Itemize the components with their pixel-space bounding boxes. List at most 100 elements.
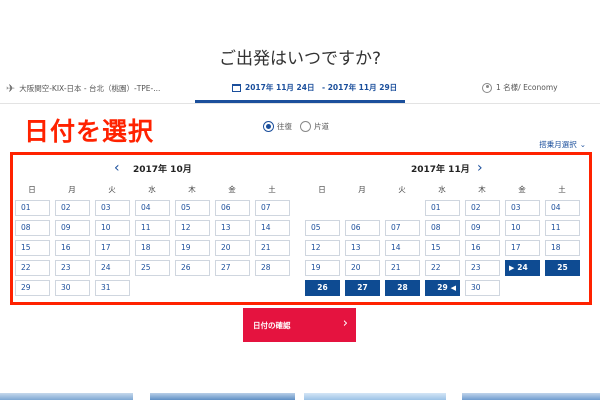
- month-label: 2017年 11月: [411, 165, 470, 175]
- search-tabs: ✈ 大阪関空-KIX-日本 - 台北（桃園）-TPE-... 2017年 11月…: [0, 78, 600, 104]
- day-cell[interactable]: 21: [385, 260, 420, 276]
- destination-image[interactable]: [0, 393, 133, 400]
- chevron-right-icon: ›: [342, 316, 348, 331]
- day-cell[interactable]: 09: [55, 220, 90, 236]
- day-cell[interactable]: 12: [175, 220, 210, 236]
- day-cell[interactable]: 12: [305, 240, 340, 256]
- tab-passengers[interactable]: 1 名様/ Economy: [482, 82, 558, 93]
- day-cell[interactable]: 07: [255, 200, 290, 216]
- day-cell[interactable]: 22: [425, 260, 460, 276]
- day-cell[interactable]: 29: [15, 280, 50, 296]
- tab-route[interactable]: ✈ 大阪関空-KIX-日本 - 台北（桃園）-TPE-...: [6, 82, 160, 95]
- weekday-label: 木: [478, 185, 486, 194]
- day-cell-selected[interactable]: 29 ◀: [425, 280, 460, 296]
- day-cell[interactable]: 23: [55, 260, 90, 276]
- day-cell[interactable]: 06: [215, 200, 250, 216]
- day-cell[interactable]: 21: [255, 240, 290, 256]
- chevron-left-icon[interactable]: ‹: [114, 160, 120, 176]
- day-cell[interactable]: 23: [465, 260, 500, 276]
- day-cell[interactable]: 10: [95, 220, 130, 236]
- day-cell[interactable]: 11: [545, 220, 580, 236]
- month-select-dropdown[interactable]: 搭乗月選択 ⌄: [539, 139, 586, 150]
- day-cell[interactable]: 09: [465, 220, 500, 236]
- day-cell[interactable]: 31: [95, 280, 130, 296]
- day-cell[interactable]: 24: [95, 260, 130, 276]
- day-cell[interactable]: 18: [545, 240, 580, 256]
- range-end-icon: ◀: [450, 284, 456, 292]
- day-cell[interactable]: 03: [95, 200, 130, 216]
- day-cell[interactable]: 02: [465, 200, 500, 216]
- calendar-header: ‹ 2017年 10月: [15, 160, 305, 177]
- day-cell[interactable]: 18: [135, 240, 170, 256]
- day-cell[interactable]: 08: [15, 220, 50, 236]
- day-cell[interactable]: 07: [385, 220, 420, 236]
- round-trip-radio[interactable]: 往復: [263, 121, 292, 132]
- day-cell[interactable]: 27: [215, 260, 250, 276]
- weekday-label: 月: [358, 185, 366, 194]
- confirm-dates-button[interactable]: 日付の確認 ›: [243, 308, 356, 342]
- day-cell[interactable]: 16: [465, 240, 500, 256]
- active-tab-indicator: [195, 100, 405, 103]
- day-cell[interactable]: 02: [55, 200, 90, 216]
- destination-image[interactable]: [462, 393, 600, 400]
- day-cell-selected[interactable]: 26: [305, 280, 340, 296]
- day-cell[interactable]: 05: [305, 220, 340, 236]
- day-cell[interactable]: 16: [55, 240, 90, 256]
- day-cell[interactable]: 22: [15, 260, 50, 276]
- weekday-label: 火: [108, 185, 116, 194]
- day-cell[interactable]: 08: [425, 220, 460, 236]
- month-select-label: 搭乗月選択: [539, 140, 577, 149]
- person-icon: [482, 82, 492, 93]
- day-cell[interactable]: 14: [385, 240, 420, 256]
- day-cell[interactable]: 20: [215, 240, 250, 256]
- day-cell[interactable]: 01: [15, 200, 50, 216]
- day-cell-selected[interactable]: 24 ▶: [505, 260, 540, 276]
- day-cell[interactable]: 14: [255, 220, 290, 236]
- day-cell[interactable]: 15: [425, 240, 460, 256]
- day-cell[interactable]: 17: [505, 240, 540, 256]
- destination-image[interactable]: [304, 393, 446, 400]
- calendar-header: 2017年 11月 ›: [305, 160, 595, 177]
- day-cell[interactable]: 04: [135, 200, 170, 216]
- day-cell[interactable]: 13: [215, 220, 250, 236]
- day-cell[interactable]: 17: [95, 240, 130, 256]
- weekday-label: 水: [438, 185, 446, 194]
- destination-image[interactable]: [150, 393, 295, 400]
- chevron-right-icon[interactable]: ›: [477, 160, 483, 176]
- day-cell[interactable]: 28: [255, 260, 290, 276]
- day-cell[interactable]: 25: [135, 260, 170, 276]
- calendar-october: ‹ 2017年 10月 日 月 火 水 木 金 土 01 02 03 04 05 06 07 08 09 10…: [15, 160, 305, 296]
- day-cell[interactable]: 15: [15, 240, 50, 256]
- confirm-dates-label: 日付の確認: [253, 320, 291, 330]
- day-cell[interactable]: 26: [175, 260, 210, 276]
- one-way-radio[interactable]: 片道: [300, 121, 329, 132]
- chevron-down-icon: ⌄: [579, 140, 586, 149]
- day-cell[interactable]: 11: [135, 220, 170, 236]
- day-cell[interactable]: 06: [345, 220, 380, 236]
- day-cell[interactable]: 13: [345, 240, 380, 256]
- tab-dates[interactable]: 2017年 11月 24日 - 2017年 11月 29日: [232, 82, 397, 93]
- range-start-icon: ▶: [509, 264, 515, 272]
- day-cell[interactable]: 01: [425, 200, 460, 216]
- weekday-row: 日月火水木金土: [305, 184, 595, 196]
- day-cell[interactable]: 19: [175, 240, 210, 256]
- tab-passengers-label: 1 名様/ Economy: [496, 83, 558, 92]
- weekday-label: 火: [398, 185, 406, 194]
- day-cell[interactable]: 05: [175, 200, 210, 216]
- day-cell[interactable]: 19: [305, 260, 340, 276]
- day-cell-selected[interactable]: 27: [345, 280, 380, 296]
- one-way-label: 片道: [314, 122, 329, 131]
- weekday-label: 金: [228, 185, 236, 194]
- tab-route-label: 大阪関空-KIX-日本 - 台北（桃園）-TPE-...: [19, 84, 161, 93]
- calendar-icon: [232, 83, 241, 92]
- day-cell[interactable]: 04: [545, 200, 580, 216]
- weekday-label: 月: [68, 185, 76, 194]
- day-cell-selected[interactable]: 28: [385, 280, 420, 296]
- day-cell[interactable]: 20: [345, 260, 380, 276]
- day-cell[interactable]: 30: [465, 280, 500, 296]
- day-cell-selected[interactable]: 25: [545, 260, 580, 276]
- day-cell[interactable]: 30: [55, 280, 90, 296]
- day-cell[interactable]: 03: [505, 200, 540, 216]
- day-cell[interactable]: 10: [505, 220, 540, 236]
- weekday-label: 金: [518, 185, 526, 194]
